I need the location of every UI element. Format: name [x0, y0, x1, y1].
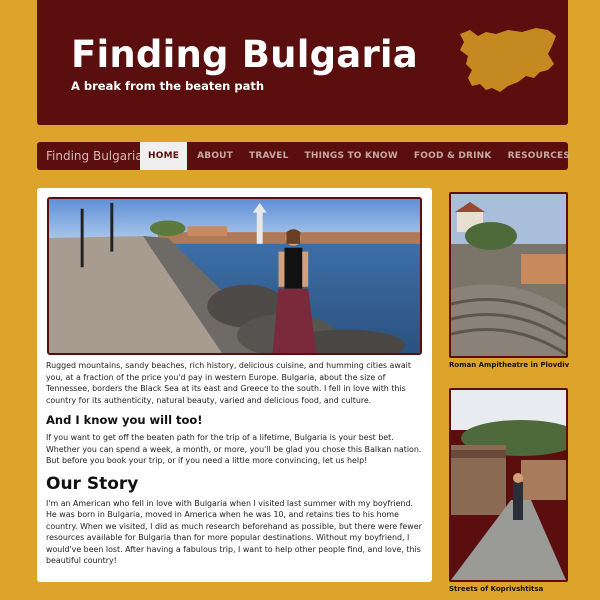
- intro-paragraph: Rugged mountains, sandy beaches, rich hi…: [46, 361, 411, 405]
- nav-brand[interactable]: Finding Bulgaria: [46, 149, 143, 163]
- nav-items: HOME ABOUT TRAVEL THINGS TO KNOW FOOD & …: [140, 142, 578, 170]
- sidebar-photo-koprivshtitsa: [449, 388, 568, 582]
- photo2-caption: Streets of Koprivshtitsa: [449, 585, 544, 593]
- photo1-caption: Roman Ampitheatre in Plovdiv: [449, 361, 570, 369]
- nav-item-home[interactable]: HOME: [140, 142, 188, 170]
- story-heading: Our Story: [46, 473, 139, 494]
- site-title[interactable]: Finding Bulgaria: [71, 36, 418, 73]
- nav-item-about[interactable]: ABOUT: [189, 142, 241, 170]
- nav-item-things-to-know[interactable]: THINGS TO KNOW: [297, 142, 406, 170]
- nav-item-travel[interactable]: TRAVEL: [241, 142, 296, 170]
- main-content: Rugged mountains, sandy beaches, rich hi…: [37, 188, 432, 582]
- article-body: Rugged mountains, sandy beaches, rich hi…: [46, 360, 424, 567]
- sidebar-photo-plovdiv: [449, 192, 568, 358]
- nav-item-food-drink[interactable]: FOOD & DRINK: [406, 142, 500, 170]
- main-nav: Finding Bulgaria HOME ABOUT TRAVEL THING…: [37, 142, 570, 170]
- subheading-paragraph: If you want to get off the beaten path f…: [46, 433, 422, 465]
- nav-item-resources[interactable]: RESOURCES: [500, 142, 578, 170]
- subheading: And I know you will too!: [46, 413, 203, 427]
- hero-photo: [47, 197, 422, 355]
- site-tagline: A break from the beaten path: [71, 79, 265, 93]
- bulgaria-map-icon: [460, 28, 556, 92]
- story-paragraph: I'm an American who fell in love with Bu…: [46, 498, 422, 566]
- site-header: Finding Bulgaria A break from the beaten…: [37, 0, 568, 125]
